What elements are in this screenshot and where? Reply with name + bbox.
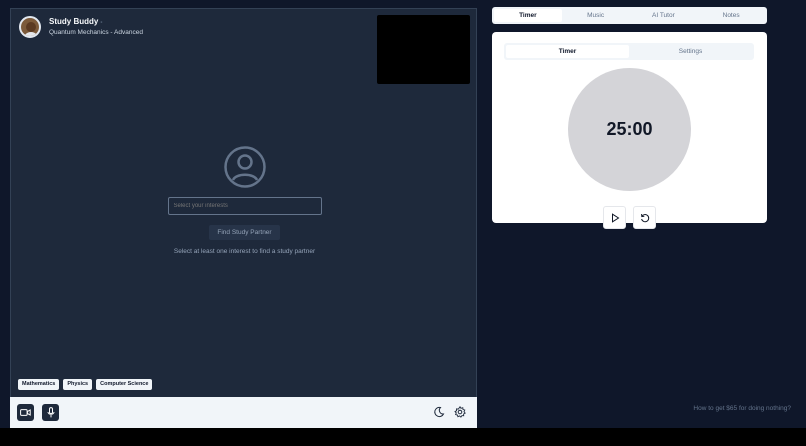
app-title: Study Buddy • (49, 17, 103, 26)
gear-icon[interactable] (454, 406, 466, 418)
header: Study Buddy • Quantum Mechanics - Advance… (19, 16, 143, 38)
timer-circle: 25:00 (568, 68, 691, 191)
moon-icon[interactable] (433, 406, 445, 418)
promo-link[interactable]: How to get $65 for doing nothing? (693, 405, 791, 412)
tab-music[interactable]: Music (562, 9, 630, 22)
tag-physics[interactable]: Physics (63, 379, 93, 390)
microphone-icon (47, 407, 54, 418)
play-icon (611, 212, 619, 223)
timer-display: 25:00 (606, 119, 653, 139)
reset-button[interactable] (633, 206, 656, 229)
tag-computer-science[interactable]: Computer Science (96, 379, 153, 390)
tag-mathematics[interactable]: Mathematics (18, 379, 60, 390)
avatar (19, 16, 41, 38)
tab-ai-tutor[interactable]: AI Tutor (630, 9, 698, 22)
play-button[interactable] (603, 206, 626, 229)
tab-timer[interactable]: Timer (494, 9, 562, 22)
user-icon (223, 146, 266, 188)
timer-subtabs: Timer Settings (504, 43, 754, 60)
find-study-partner-button[interactable]: Find Study Partner (209, 225, 280, 240)
control-bar (10, 397, 477, 428)
tab-notes[interactable]: Notes (697, 9, 765, 22)
match-hint: Select at least one interest to find a s… (173, 248, 316, 255)
camera-toggle-button[interactable] (17, 404, 34, 421)
timer-card: Timer Settings 25:00 (492, 32, 767, 229)
interest-tags: Mathematics Physics Computer Science (18, 379, 153, 390)
status-dot: • (100, 20, 103, 26)
microphone-toggle-button[interactable] (42, 404, 59, 421)
self-video-preview (377, 15, 470, 84)
app-subtitle: Quantum Mechanics - Advanced (49, 29, 143, 37)
video-camera-icon (20, 409, 31, 416)
subtab-settings[interactable]: Settings (629, 45, 752, 58)
video-panel: Study Buddy • Quantum Mechanics - Advance… (10, 8, 477, 397)
match-area: Find Study Partner Select at least one i… (11, 145, 478, 255)
interests-input[interactable] (167, 197, 322, 215)
reset-icon (640, 213, 649, 222)
subtab-timer[interactable]: Timer (506, 45, 629, 58)
tool-tabs: Timer Music AI Tutor Notes (492, 7, 767, 24)
